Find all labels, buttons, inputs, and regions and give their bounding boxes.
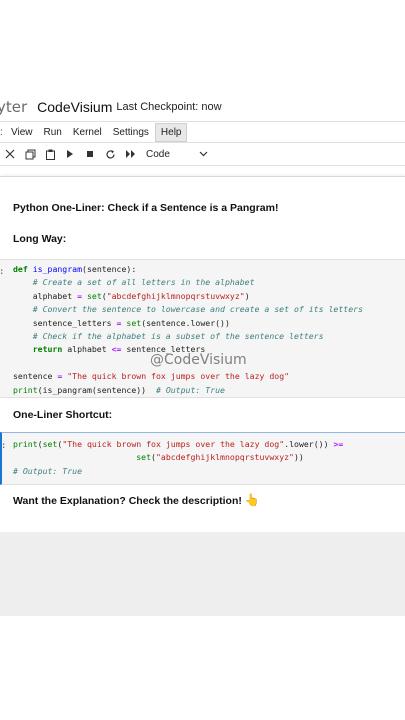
pointing-up-icon: 👆	[244, 493, 260, 507]
watermark-text: @CodeVisium	[150, 352, 247, 368]
notebook-panel: Python One-Liner: Check if a Sentence is…	[0, 176, 405, 532]
code-long: def is_pangram(sentence): # Create a set…	[13, 264, 363, 395]
stop-icon[interactable]	[80, 145, 100, 163]
menu-kernel[interactable]: Kernel	[68, 124, 107, 141]
cell-type-select[interactable]: Code	[146, 149, 208, 160]
chevron-down-icon	[199, 151, 208, 157]
markdown-long-way: Long Way:	[13, 233, 67, 245]
code-cell-long[interactable]: : def is_pangram(sentence): # Create a s…	[0, 259, 405, 398]
code-short: print(set("The quick brown fox jumps ove…	[13, 439, 344, 476]
cut-icon[interactable]	[0, 145, 20, 163]
fast-forward-icon[interactable]	[120, 145, 140, 163]
checkpoint-status: Last Checkpoint: now	[116, 100, 222, 113]
paste-icon[interactable]	[40, 145, 60, 163]
menu-settings[interactable]: Settings	[108, 124, 154, 141]
markdown-explanation: Want the Explanation? Check the descript…	[13, 493, 260, 507]
cell-type-value: Code	[146, 148, 170, 160]
cell-prompt: :	[0, 267, 4, 277]
notebook-header: yter CodeVisium Last Checkpoint: now	[0, 92, 405, 121]
menu-help[interactable]: Help	[154, 122, 188, 142]
markdown-title: Python One-Liner: Check if a Sentence is…	[13, 202, 279, 214]
jupyter-logo[interactable]: yter	[0, 98, 27, 116]
notebook-title[interactable]: CodeVisium	[37, 99, 112, 115]
cell-prompt: :	[1, 441, 7, 451]
code-cell-short[interactable]: : print(set("The quick brown fox jumps o…	[0, 432, 405, 485]
menu-bar: : View Run Kernel Settings Help	[0, 121, 405, 143]
menu-view[interactable]: View	[6, 124, 38, 141]
copy-icon[interactable]	[20, 145, 40, 163]
menu-run[interactable]: Run	[39, 124, 67, 141]
notebook-bottom-area	[0, 532, 405, 616]
run-icon[interactable]	[60, 145, 80, 163]
restart-icon[interactable]	[100, 145, 120, 163]
notebook-toolbar: Code	[0, 143, 405, 166]
markdown-shortcut: One-Liner Shortcut:	[13, 409, 113, 421]
